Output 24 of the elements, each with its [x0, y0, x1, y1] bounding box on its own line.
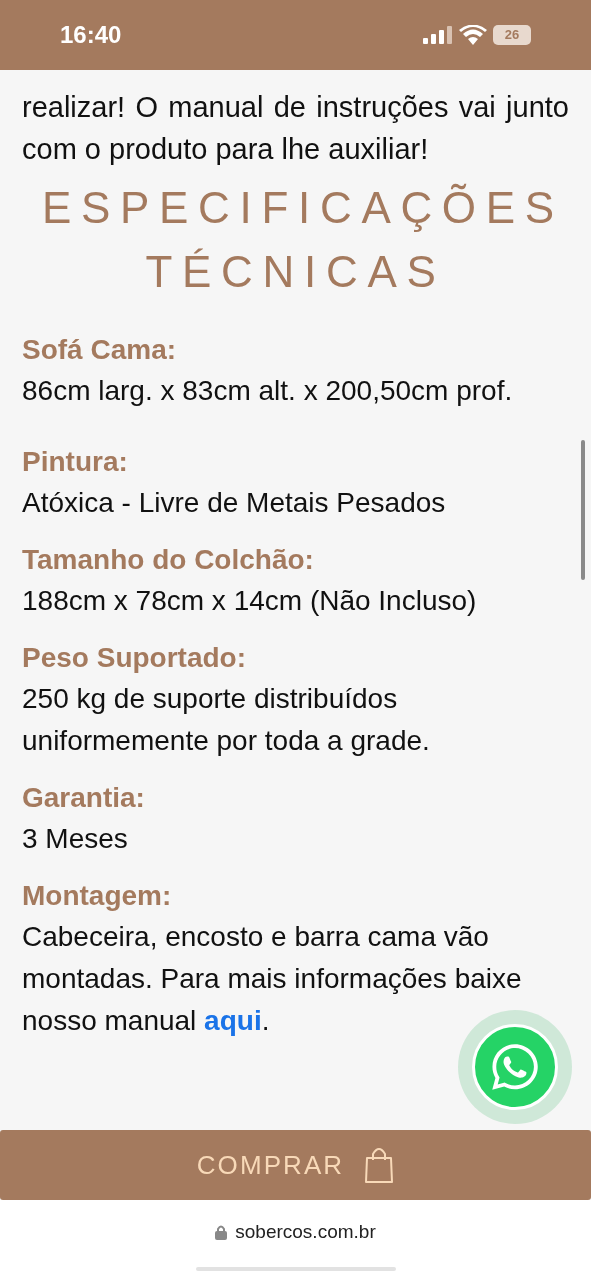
spec-label: Montagem: [22, 879, 173, 913]
spec-value: 86cm larg. x 83cm alt. x 200,50cm prof. [22, 374, 514, 408]
spec-label: Peso Suportado: [22, 641, 247, 675]
lock-icon [215, 1224, 228, 1240]
section-heading: ESPECIFICAÇÕES TÉCNICAS [41, 182, 565, 298]
shopping-bag-icon [364, 1146, 395, 1184]
spec-value: 250 kg de suporte distribuídos uniformemente por toda a grade. [22, 682, 431, 758]
battery-level: 26 [504, 26, 520, 45]
spec-value: 188cm x 78cm x 14cm (Não Incluso) [22, 584, 478, 618]
signal-icon [423, 26, 453, 44]
spec-label: Tamanho do Colchão: [22, 543, 315, 577]
spec-label: Sofá Cama: [22, 333, 178, 367]
spec-value: Atóxica - Livre de Metais Pesados [22, 486, 447, 520]
wifi-icon [459, 25, 487, 45]
spec-value: Cabeceira, encosto e barra cama vão montadas. Para mais informações baixe nosso manual aqui. [22, 920, 523, 1038]
spec-label: Pintura: [22, 445, 129, 479]
spec-value: 3 Meses [22, 822, 129, 856]
manual-link[interactable]: aqui [204, 1005, 262, 1036]
intro-paragraph: realizar! O manual de instruções vai junto com o produto para lhe auxiliar! [22, 90, 569, 167]
url-text: sobercos.com.br [235, 1220, 376, 1244]
whatsapp-icon [489, 1041, 541, 1093]
spec-label: Garantia: [22, 781, 146, 815]
status-time: 16:40 [60, 20, 122, 50]
buy-button[interactable]: COMPRAR [0, 1130, 591, 1200]
